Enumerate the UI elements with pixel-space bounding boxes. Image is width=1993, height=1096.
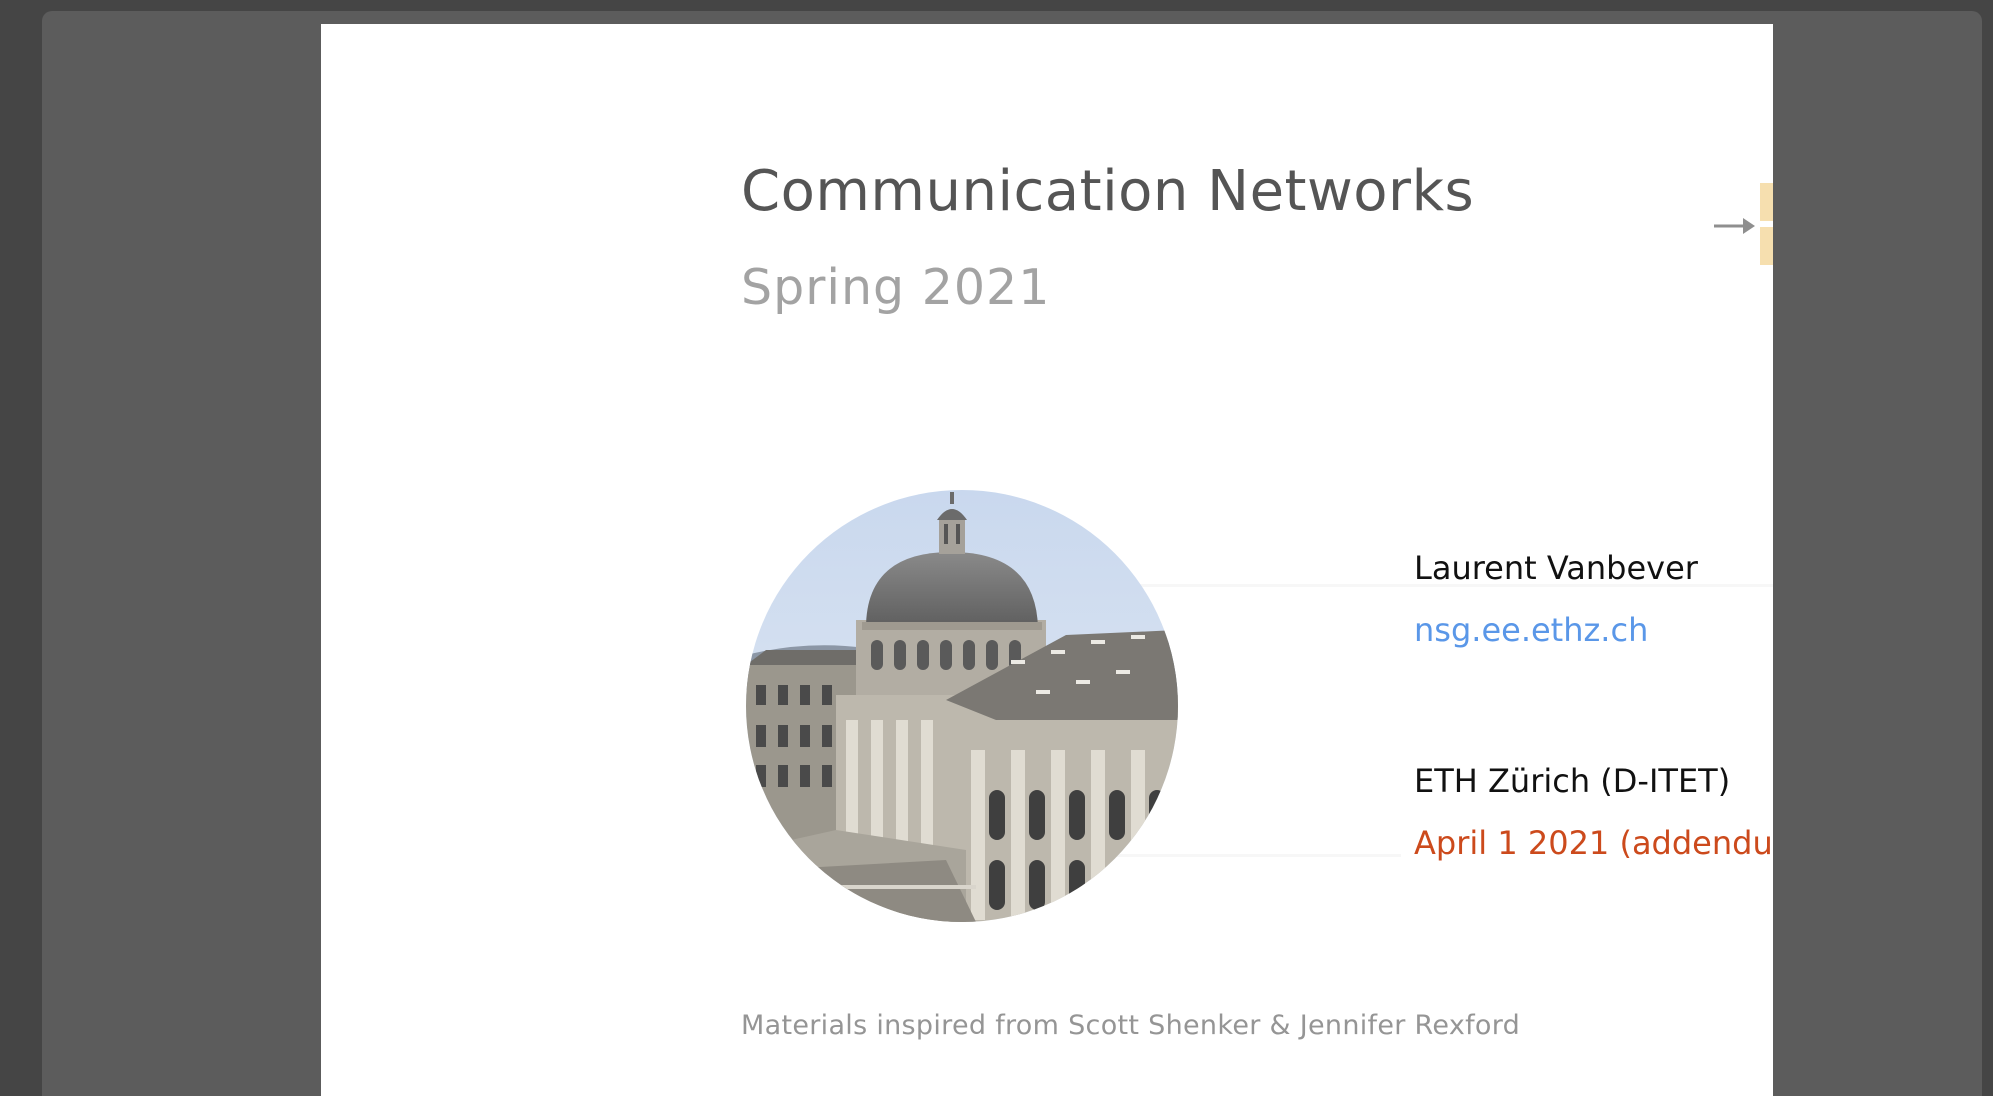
- document-viewer-window: Communication Networks Spring 2021 Laure…: [42, 11, 1982, 1096]
- network-switch-icon: [1714, 183, 1773, 265]
- author-name: Laurent Vanbever: [1414, 549, 1698, 587]
- eth-building-photo: [746, 490, 1178, 922]
- credits-footer: Materials inspired from Scott Shenker & …: [741, 1010, 1521, 1041]
- lecture-date: April 1 2021 (addendum): [1414, 824, 1773, 862]
- slide-subtitle: Spring 2021: [741, 259, 1051, 316]
- slide-page: Communication Networks Spring 2021 Laure…: [321, 24, 1773, 1096]
- slide-title: Communication Networks: [741, 159, 1475, 224]
- website-link[interactable]: nsg.ee.ethz.ch: [1414, 611, 1648, 649]
- institution-name: ETH Zürich (D-ITET): [1414, 762, 1731, 800]
